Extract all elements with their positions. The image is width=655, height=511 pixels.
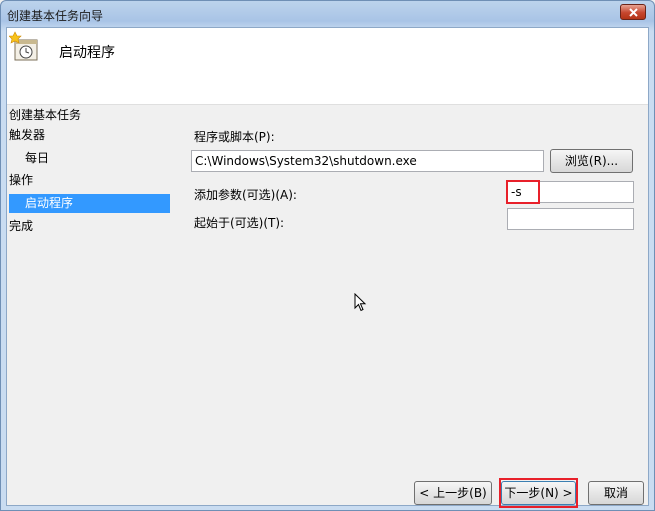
args-label: 添加参数(可选)(A): (194, 188, 297, 202)
wizard-client-area: 启动程序 创建基本任务 触发器 每日 操作 启动程序 完成 程序或脚本(P): … (6, 27, 649, 508)
nav-item-trigger[interactable]: 触发器 (9, 126, 45, 145)
browse-button[interactable]: 浏览(R)... (550, 149, 633, 173)
program-input[interactable]: C:\Windows\System32\shutdown.exe (191, 150, 544, 172)
args-highlight-box (506, 180, 540, 204)
back-button[interactable]: < 上一步(B) (414, 481, 492, 505)
page-title: 启动程序 (59, 45, 115, 61)
window-title: 创建基本任务向导 (7, 9, 104, 23)
nav-item-create-task[interactable]: 创建基本任务 (9, 106, 81, 125)
start-in-input[interactable] (507, 208, 634, 230)
nav-item-daily[interactable]: 每日 (25, 149, 49, 168)
nav-item-start-program[interactable]: 启动程序 (9, 194, 170, 213)
wizard-steps-pane: 创建基本任务 触发器 每日 操作 启动程序 完成 (7, 104, 177, 505)
next-highlight-box (499, 478, 578, 508)
program-label: 程序或脚本(P): (194, 130, 275, 144)
wizard-window: 创建基本任务向导 启动程序 创建基本任务 触发器 每日 操作 启动程序 完成 程… (0, 0, 655, 511)
task-clock-icon (9, 31, 38, 61)
close-icon (629, 8, 638, 17)
start-in-label: 起始于(可选)(T): (194, 216, 285, 230)
wizard-content-pane: 程序或脚本(P): C:\Windows\System32\shutdown.e… (177, 104, 648, 508)
wizard-header: 启动程序 (7, 28, 648, 105)
title-bar[interactable]: 创建基本任务向导 (1, 1, 654, 27)
cancel-button[interactable]: 取消 (588, 481, 644, 505)
mouse-pointer-icon (354, 293, 367, 312)
nav-item-action[interactable]: 操作 (9, 171, 33, 190)
close-button[interactable] (620, 4, 646, 20)
nav-item-finish[interactable]: 完成 (9, 217, 33, 236)
